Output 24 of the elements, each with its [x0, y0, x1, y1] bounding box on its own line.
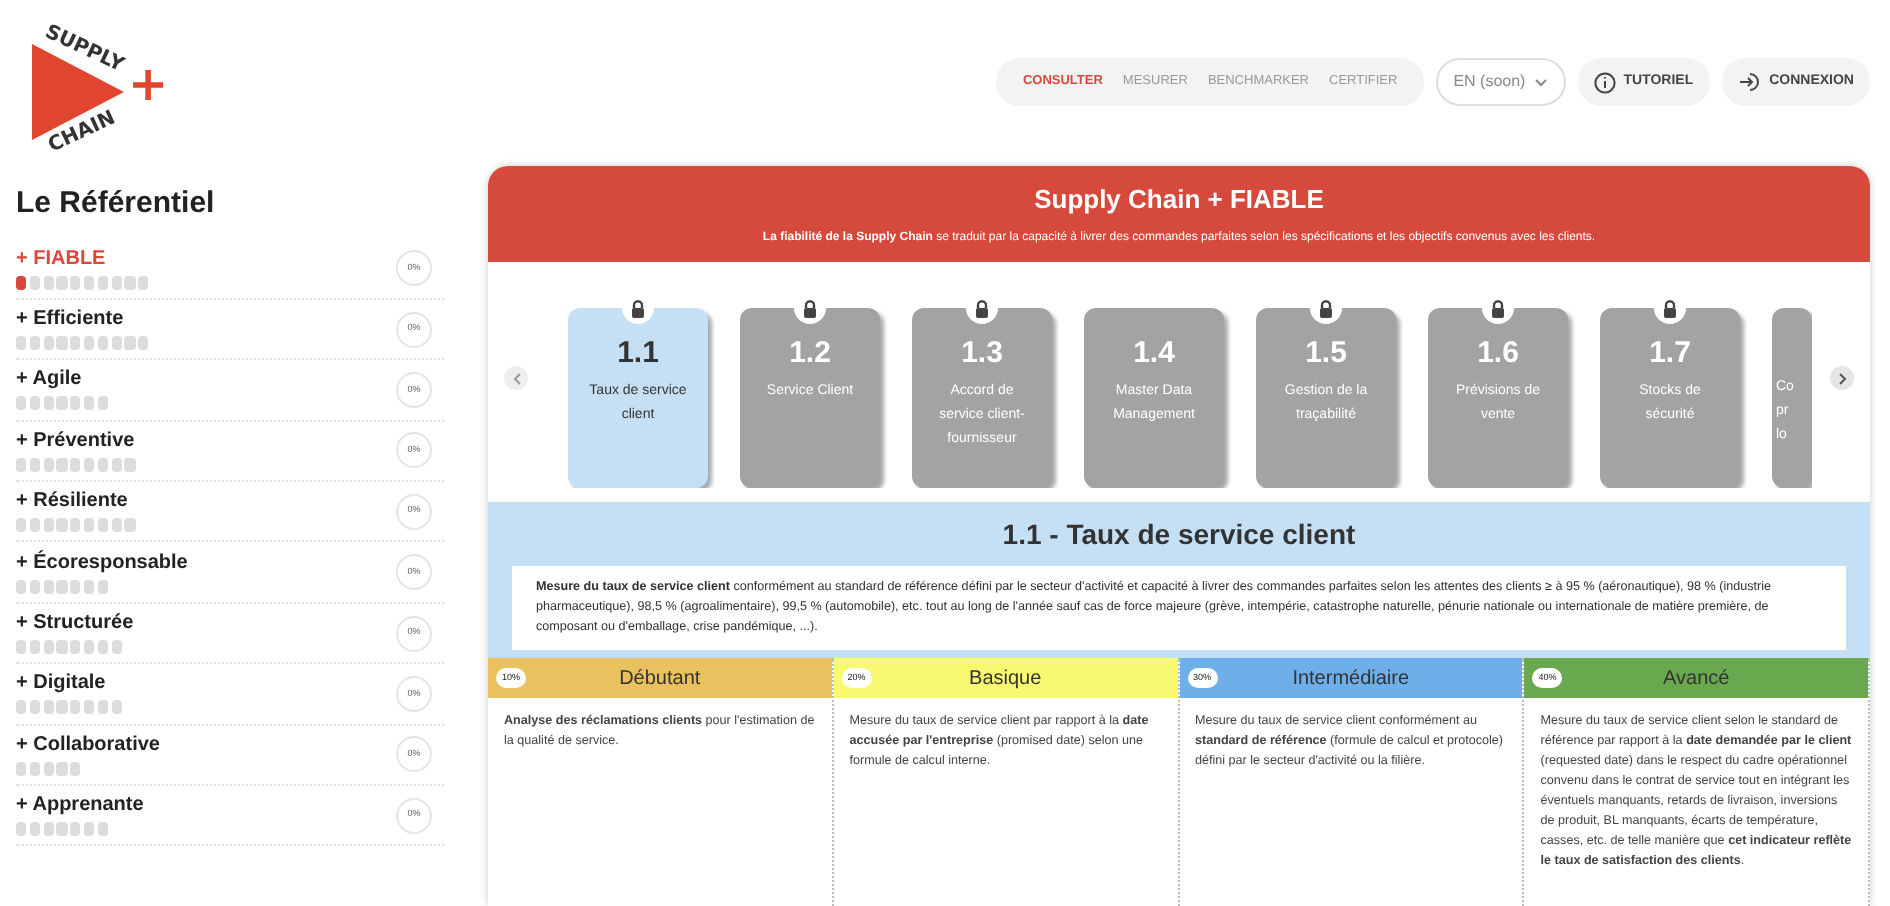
sidebar-item[interactable]: + Efficiente — [16, 308, 149, 331]
sidebar-item[interactable]: + FIABLE — [16, 247, 149, 270]
level-name: Avancé — [1663, 665, 1730, 693]
chevron-left-icon — [511, 371, 521, 385]
login-icon — [1737, 72, 1762, 92]
sidebar-item[interactable]: + Digitale — [16, 672, 122, 695]
sidebar-item[interactable]: + Agile — [16, 368, 109, 391]
section-title: Supply Chain + FIABLE — [1034, 182, 1324, 219]
chevron-right-icon — [1837, 371, 1847, 385]
sidebar-title: Le Référentiel — [16, 184, 217, 224]
sidebar-item[interactable]: + Collaborative — [16, 733, 160, 756]
sidebar-item[interactable]: + Résiliente — [16, 490, 136, 513]
sidebar-item[interactable]: + Apprenante — [16, 794, 144, 817]
level-name: Intermédiaire — [1292, 665, 1410, 693]
next-button[interactable] — [1830, 366, 1854, 390]
detail-title: 1.1 - Taux de service client — [1000, 516, 1358, 554]
level-name: Débutant — [619, 665, 701, 693]
sidebar-item[interactable]: + Écoresponsable — [16, 551, 188, 574]
language-select[interactable]: EN (soon) — [1435, 58, 1566, 106]
level-name: Basique — [969, 665, 1042, 693]
info-icon — [1593, 71, 1616, 93]
chevron-icon — [1533, 77, 1548, 87]
sidebar-item[interactable]: + Préventive — [16, 429, 136, 452]
sidebar-item[interactable]: + Structurée — [16, 612, 134, 635]
